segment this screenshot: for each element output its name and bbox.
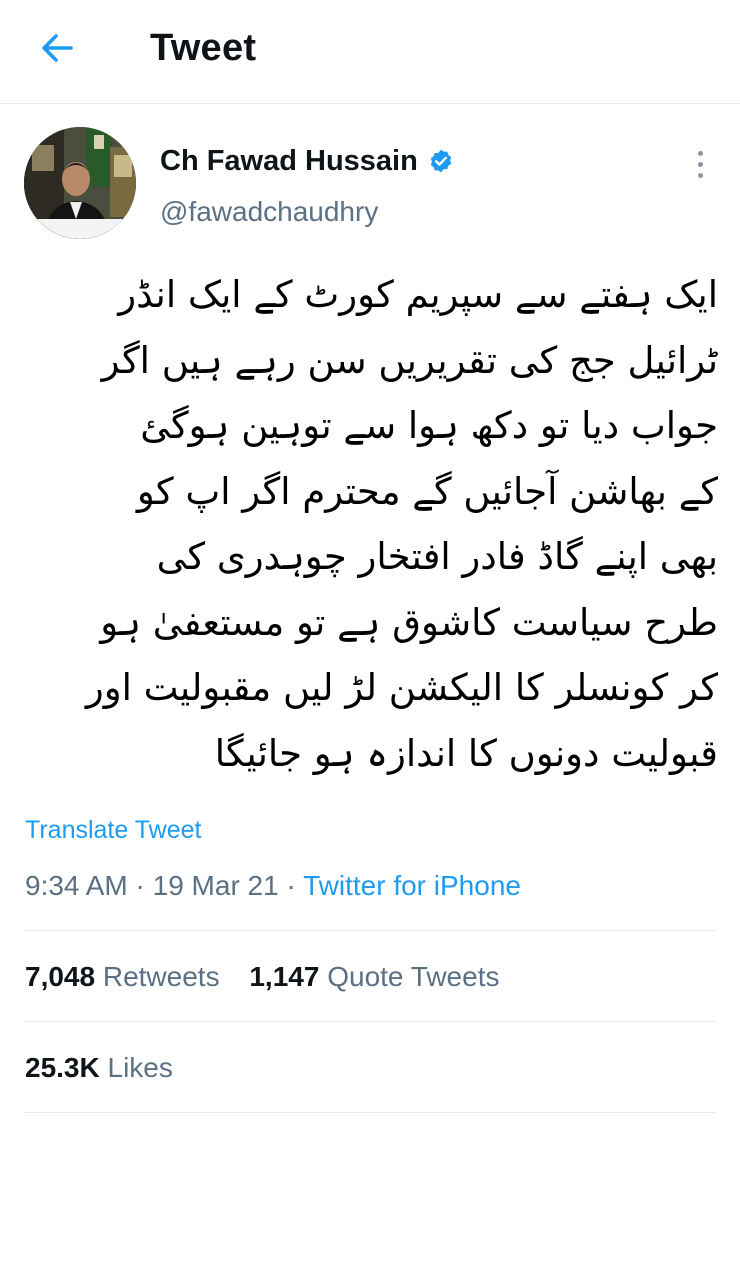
- likes-count: 25.3K: [25, 1052, 100, 1083]
- tweet-text: ایک ہفتے سے سپریم کورٹ کے ایک انڈر ٹرائی…: [24, 262, 718, 786]
- quote-tweets-label: Quote Tweets: [327, 961, 500, 992]
- tweet-line: طرح سیاست کاشوق ہے تو مستعفیٰ ہو: [100, 600, 718, 644]
- more-vertical-icon-dot: [697, 161, 703, 167]
- avatar[interactable]: [24, 127, 136, 239]
- tweet-date: 19 Mar 21: [152, 870, 279, 901]
- retweets-count: 7,048: [25, 961, 96, 992]
- author-name: Ch Fawad Hussain: [160, 144, 418, 177]
- more-options-button[interactable]: [686, 144, 714, 184]
- tweet-line: ٹرائیل جج کی تقریریں سن رہے ہیں اگر: [101, 338, 718, 382]
- tweet-line: ایک ہفتے سے سپریم کورٹ کے ایک انڈر: [118, 273, 718, 316]
- more-vertical-icon-dot: [697, 172, 703, 178]
- divider: [24, 930, 716, 931]
- quote-tweets-stat[interactable]: 1,147 Quote Tweets: [249, 957, 499, 997]
- tweet-line: جواب دیا تو دکھ ہوا سے توہین ہوگئ: [140, 404, 718, 447]
- retweet-stats-row: 7,048 Retweets 1,147 Quote Tweets: [25, 957, 499, 997]
- tweet-source-link[interactable]: Twitter for iPhone: [303, 870, 521, 901]
- divider: [24, 1112, 716, 1113]
- tweet-line: کر کونسلر کا الیکشن لڑ لیں مقبولیت اور: [85, 666, 718, 709]
- back-button[interactable]: [32, 26, 82, 70]
- likes-label: Likes: [107, 1052, 173, 1083]
- likes-stats-row: 25.3K Likes: [25, 1048, 173, 1088]
- meta-separator: ·: [286, 870, 304, 901]
- arrow-left-icon: [42, 34, 73, 62]
- author-handle[interactable]: @fawadchaudhry: [160, 193, 378, 231]
- retweets-label: Retweets: [102, 961, 220, 992]
- meta-separator: ·: [135, 870, 153, 901]
- quote-tweets-count: 1,147: [249, 961, 320, 992]
- verified-badge-icon: [430, 149, 452, 173]
- divider: [24, 1021, 716, 1022]
- translate-tweet-link[interactable]: Translate Tweet: [25, 814, 201, 846]
- page-title: Tweet: [150, 27, 257, 69]
- tweet-line: کے بھاشن آجائیں گے محترم اگر اپ کو: [136, 469, 718, 513]
- retweets-stat[interactable]: 7,048 Retweets: [25, 957, 220, 997]
- header-divider: [0, 103, 740, 104]
- tweet-line: بھی اپنے گاڈ فادر افتخار چوہدری کی: [156, 535, 718, 578]
- author-name-row[interactable]: Ch Fawad Hussain: [160, 140, 454, 182]
- tweet-line: قبولیت دونوں کا اندازہ ہو جائیگا: [214, 731, 718, 775]
- avatar-photo: [24, 127, 136, 239]
- more-vertical-icon: [697, 150, 703, 156]
- likes-stat[interactable]: 25.3K Likes: [25, 1048, 173, 1088]
- top-bar: Tweet: [0, 0, 740, 104]
- tweet-metadata: 9:34 AM · 19 Mar 21 · Twitter for iPhone: [25, 867, 521, 905]
- tweet-time: 9:34 AM: [25, 870, 128, 901]
